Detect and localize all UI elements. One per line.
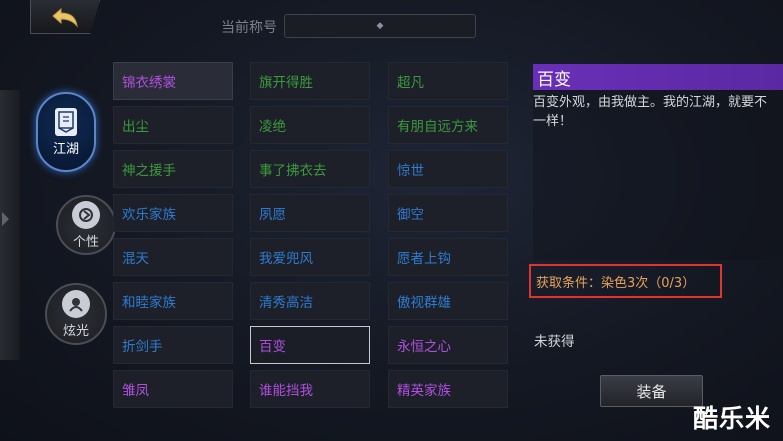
title-item-label: 欢乐家族 <box>122 207 176 223</box>
title-item[interactable]: 有朋自远方来 <box>388 106 508 144</box>
tab-jianghu-label: 江湖 <box>52 141 79 157</box>
title-item[interactable]: 夙愿 <box>250 194 370 232</box>
title-item-label: 百变 <box>259 339 286 355</box>
title-item[interactable]: 超凡 <box>388 62 508 100</box>
left-rail <box>0 90 20 360</box>
title-item[interactable]: 欢乐家族 <box>113 194 233 232</box>
acquire-status: 未获得 <box>534 334 575 350</box>
title-item[interactable]: 折剑手 <box>113 326 233 364</box>
title-item[interactable]: 我爱兜风 <box>250 238 370 276</box>
title-item[interactable]: 雏凤 <box>113 370 233 408</box>
tab-gexing-label: 个性 <box>72 234 99 250</box>
equip-button[interactable]: 装备 <box>600 375 703 407</box>
title-item-label: 折剑手 <box>122 339 163 355</box>
tab-xuanguang-label: 炫光 <box>62 323 89 339</box>
banner-icon <box>55 107 77 136</box>
title-item-label: 清秀高洁 <box>259 295 313 311</box>
title-item-label: 有朋自远方来 <box>397 119 478 135</box>
title-item-label: 永恒之心 <box>397 339 451 355</box>
title-item[interactable]: 事了拂衣去 <box>250 150 370 188</box>
title-item-label: 雏凤 <box>122 383 149 399</box>
title-item[interactable]: 旗开得胜 <box>250 62 370 100</box>
title-item[interactable]: 愿者上钩 <box>388 238 508 276</box>
title-item-label: 凌绝 <box>259 119 286 135</box>
glow-icon <box>62 289 90 318</box>
title-item-label: 超凡 <box>397 75 424 91</box>
title-item[interactable]: 惊世 <box>388 150 508 188</box>
title-item-label: 傲视群雄 <box>397 295 451 311</box>
title-item-label: 和睦家族 <box>122 295 176 311</box>
tab-xuanguang[interactable]: 炫光 <box>45 283 107 345</box>
title-item[interactable]: 清秀高洁 <box>250 282 370 320</box>
back-arrow-icon <box>52 7 78 28</box>
title-item-label: 愿者上钩 <box>397 251 451 267</box>
current-title-label: 当前称号 <box>221 20 277 36</box>
detail-description: 百变外观，由我做主。我的江湖，就要不一样！ <box>533 95 768 129</box>
title-item-label: 神之援手 <box>122 163 176 179</box>
title-item[interactable]: 永恒之心 <box>388 326 508 364</box>
title-item[interactable]: 凌绝 <box>250 106 370 144</box>
title-item[interactable]: 锦衣绣裳 <box>113 62 233 100</box>
title-item[interactable]: 神之援手 <box>113 150 233 188</box>
title-item-label: 我爱兜风 <box>259 251 313 267</box>
title-item-label: 旗开得胜 <box>259 75 313 91</box>
title-item-label: 精英家族 <box>397 383 451 399</box>
title-item[interactable]: 精英家族 <box>388 370 508 408</box>
back-button[interactable] <box>30 0 100 34</box>
emblem-icon <box>72 200 100 229</box>
title-item[interactable]: 谁能挡我 <box>250 370 370 408</box>
title-item-label: 惊世 <box>397 163 424 179</box>
watermark-logo: 酷乐米 <box>692 404 771 433</box>
title-item-label: 御空 <box>397 207 424 223</box>
current-title-field: ◆ <box>284 14 476 38</box>
title-item-label: 夙愿 <box>259 207 286 223</box>
title-item[interactable]: 傲视群雄 <box>388 282 508 320</box>
detail-title: 百变 <box>533 64 783 90</box>
tab-gexing[interactable]: 个性 <box>56 195 116 255</box>
title-item-label: 混天 <box>122 251 149 267</box>
title-item-label: 事了拂衣去 <box>259 163 327 179</box>
title-item-label: 谁能挡我 <box>259 383 313 399</box>
title-item[interactable]: 御空 <box>388 194 508 232</box>
title-item[interactable]: 百变 <box>250 326 370 364</box>
acquire-condition: 获取条件：染色3次（0/3） <box>529 264 722 298</box>
title-item[interactable]: 出尘 <box>113 106 233 144</box>
title-item[interactable]: 混天 <box>113 238 233 276</box>
title-item-label: 出尘 <box>122 119 149 135</box>
title-item[interactable]: 和睦家族 <box>113 282 233 320</box>
tab-jianghu[interactable]: 江湖 <box>36 92 96 172</box>
title-item-label: 锦衣绣裳 <box>122 75 176 91</box>
